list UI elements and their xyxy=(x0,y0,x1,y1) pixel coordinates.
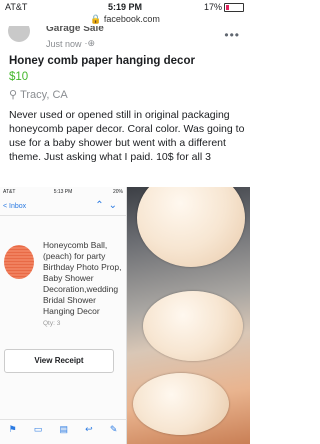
listing-location: ⚲ Tracy, CA xyxy=(9,88,68,102)
paper-lanterns-photo[interactable] xyxy=(127,187,250,444)
product-quantity: Qty: 3 xyxy=(43,320,61,327)
reply-icon: ↩ xyxy=(85,423,93,434)
avatar[interactable] xyxy=(8,26,30,42)
post-header: Garage Sale Just now ·⊕ ••• xyxy=(0,26,250,52)
embedded-back-link: < Inbox xyxy=(3,203,27,210)
location-text: Tracy, CA xyxy=(20,88,68,101)
listing-price: $10 xyxy=(9,71,29,83)
embedded-toolbar: ⚑ ▭ ▤ ↩ ✎ xyxy=(0,419,126,438)
paper-lantern xyxy=(137,187,245,267)
embedded-nav-bar: < Inbox ⌃⌄ xyxy=(0,199,126,216)
embedded-clock: 5:13 PM xyxy=(53,189,73,195)
archive-icon: ▤ xyxy=(59,423,68,434)
product-description: Honeycomb Ball, (peach) for party Birthd… xyxy=(43,240,122,316)
pin-icon: ⚲ xyxy=(9,89,18,101)
post-meta: Just now ·⊕ xyxy=(46,38,95,49)
compose-icon: ✎ xyxy=(109,423,118,434)
paper-lantern xyxy=(143,291,243,361)
folder-icon: ▭ xyxy=(33,423,43,434)
lock-icon: 🔒 xyxy=(90,14,102,24)
honeycomb-ball-image xyxy=(4,245,34,279)
url-text: facebook.com xyxy=(103,14,160,24)
status-bar: AT&T 5:19 PM 17% xyxy=(0,0,250,14)
chevron-arrows-icon: ⌃⌄ xyxy=(95,200,122,211)
listing-title: Honey comb paper hanging decor xyxy=(9,55,195,67)
post-time[interactable]: Just now xyxy=(46,39,82,49)
embedded-status-bar: AT&T 5:13 PM 20% xyxy=(0,189,126,197)
post-photos[interactable]: AT&T 5:13 PM 20% < Inbox ⌃⌄ Honeycomb Ba… xyxy=(0,187,250,444)
battery-percent: 17% xyxy=(203,2,222,12)
group-name[interactable]: Garage Sale xyxy=(46,26,104,34)
flag-icon: ⚑ xyxy=(8,423,17,434)
view-receipt-button: View Receipt xyxy=(4,349,114,373)
embedded-battery: 20% xyxy=(112,189,123,195)
more-options-icon[interactable]: ••• xyxy=(224,28,240,42)
battery-status: 17% xyxy=(204,2,244,12)
battery-icon xyxy=(224,2,244,12)
paper-lantern xyxy=(133,373,229,435)
globe-icon: ·⊕ xyxy=(84,38,96,48)
listing-description: Never used or opened still in original p… xyxy=(9,109,245,163)
embedded-screenshot-photo[interactable]: AT&T 5:13 PM 20% < Inbox ⌃⌄ Honeycomb Ba… xyxy=(0,187,127,444)
